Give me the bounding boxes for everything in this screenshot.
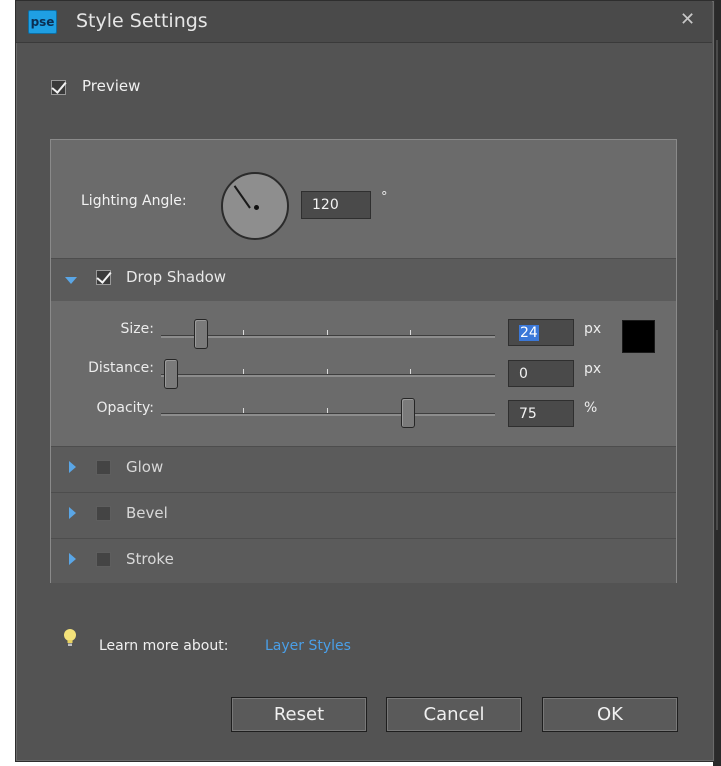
- size-value: 24: [519, 325, 539, 341]
- preview-label[interactable]: Preview: [82, 77, 140, 95]
- expand-triangle-down-icon[interactable]: [65, 277, 77, 284]
- expand-triangle-right-icon[interactable]: [69, 553, 76, 565]
- opacity-slider-thumb[interactable]: [401, 398, 415, 428]
- lighting-angle-input[interactable]: 120: [301, 191, 371, 219]
- slider-tick: [327, 408, 328, 413]
- distance-slider-thumb[interactable]: [164, 359, 178, 389]
- degree-unit: °: [381, 190, 388, 205]
- ok-button[interactable]: OK: [542, 697, 678, 732]
- slider-tick: [243, 408, 244, 413]
- close-icon[interactable]: ✕: [680, 9, 695, 30]
- lightbulb-icon: [64, 629, 76, 646]
- size-input[interactable]: 24: [508, 319, 574, 346]
- size-label: Size:: [120, 321, 154, 337]
- slider-tick: [327, 369, 328, 374]
- drop-shadow-checkbox[interactable]: [96, 268, 112, 285]
- slider-tick: [327, 330, 328, 335]
- opacity-slider-track[interactable]: [161, 413, 495, 416]
- expand-triangle-right-icon[interactable]: [69, 461, 76, 473]
- preview-checkbox[interactable]: [51, 78, 67, 95]
- size-unit: px: [584, 321, 602, 337]
- opacity-input[interactable]: 75: [508, 400, 574, 427]
- glow-label: Glow: [126, 458, 164, 476]
- stroke-label: Stroke: [126, 550, 174, 568]
- slider-tick: [243, 369, 244, 374]
- glow-checkbox[interactable]: [96, 460, 111, 475]
- angle-needle: [233, 185, 251, 209]
- distance-slider-track[interactable]: [161, 374, 495, 377]
- lighting-angle-dial[interactable]: [221, 172, 289, 240]
- opacity-label: Opacity:: [96, 400, 154, 416]
- learn-more-text: Learn more about:: [99, 638, 229, 654]
- shadow-color-swatch[interactable]: [622, 320, 655, 353]
- distance-label: Distance:: [88, 360, 154, 376]
- bevel-label: Bevel: [126, 504, 168, 522]
- stroke-checkbox[interactable]: [96, 552, 111, 567]
- expand-triangle-right-icon[interactable]: [69, 507, 76, 519]
- cancel-button[interactable]: Cancel: [386, 697, 522, 732]
- app-logo-icon: pse: [28, 10, 57, 34]
- slider-tick: [410, 330, 411, 335]
- dial-hub: [254, 205, 259, 210]
- bevel-checkbox[interactable]: [96, 506, 111, 521]
- drop-shadow-label: Drop Shadow: [126, 268, 227, 286]
- size-slider-track[interactable]: [161, 335, 495, 338]
- layer-styles-link[interactable]: Layer Styles: [265, 638, 351, 654]
- dialog-title: Style Settings: [76, 10, 208, 32]
- reset-button[interactable]: Reset: [231, 697, 367, 732]
- slider-tick: [243, 330, 244, 335]
- lighting-angle-label: Lighting Angle:: [81, 193, 187, 209]
- distance-input[interactable]: 0: [508, 360, 574, 387]
- opacity-unit: %: [584, 400, 598, 416]
- size-slider-thumb[interactable]: [194, 319, 208, 349]
- distance-unit: px: [584, 361, 602, 377]
- slider-tick: [410, 369, 411, 374]
